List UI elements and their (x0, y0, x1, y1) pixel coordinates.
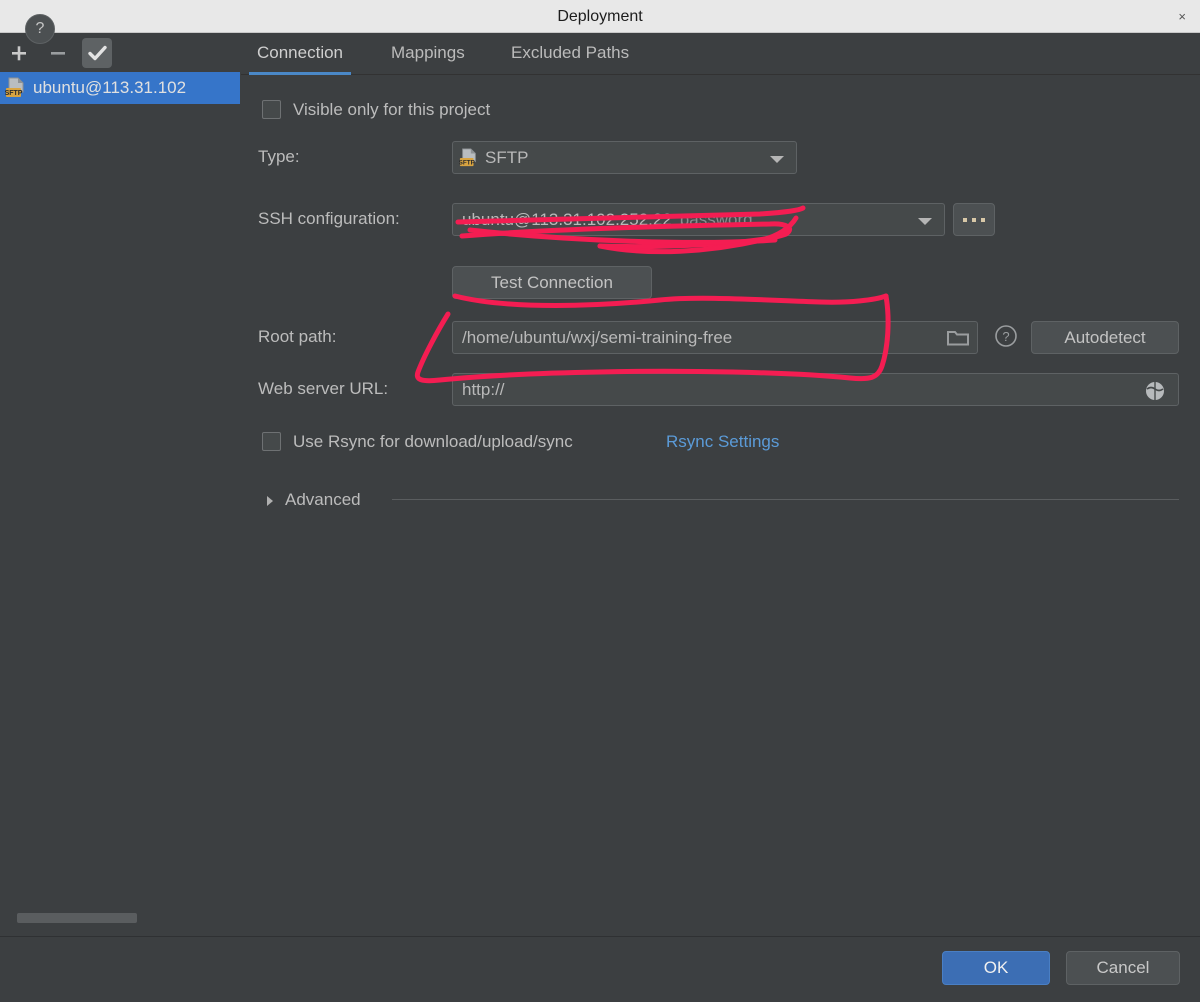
tab-excluded-paths[interactable]: Excluded Paths (503, 33, 637, 75)
remove-server-button[interactable] (43, 38, 73, 68)
close-icon[interactable]: × (1174, 0, 1190, 33)
use-rsync-label: Use Rsync for download/upload/sync (293, 432, 573, 451)
question-mark-icon: ? (995, 325, 1017, 347)
autodetect-button[interactable]: Autodetect (1031, 321, 1179, 354)
sftp-type-icon: SFTP (459, 147, 479, 168)
test-connection-button[interactable]: Test Connection (452, 266, 652, 299)
advanced-separator (392, 499, 1179, 500)
visible-only-label: Visible only for this project (293, 100, 491, 119)
ssh-configuration-auth-type: password (679, 209, 753, 229)
web-server-url-label: Web server URL: (258, 379, 389, 398)
root-path-value: /home/ubuntu/wxj/semi-training-free (462, 327, 733, 347)
cancel-button[interactable]: Cancel (1066, 951, 1180, 985)
ssh-chevron-down-icon[interactable] (918, 218, 932, 225)
ssh-configuration-combobox[interactable]: ubuntu@113.31.102.252:22 password (452, 203, 945, 236)
tab-mappings[interactable]: Mappings (383, 33, 473, 75)
plus-icon (12, 46, 26, 61)
server-list[interactable]: SFTP ubuntu@113.31.102 (0, 72, 240, 936)
type-combobox[interactable]: SFTP SFTP (452, 141, 797, 174)
svg-text:SFTP: SFTP (459, 159, 476, 166)
connection-settings-panel: Connection Mappings Excluded Paths Visib… (241, 33, 1200, 936)
connection-form: Visible only for this project Type: SFTP… (241, 75, 1200, 936)
globe-icon (1146, 382, 1164, 400)
type-value: SFTP (485, 147, 529, 167)
chevron-right-icon (267, 496, 273, 506)
root-path-help-button[interactable]: ? (994, 324, 1018, 348)
server-list-panel: SFTP ubuntu@113.31.102 (0, 33, 240, 936)
svg-text:?: ? (1002, 329, 1009, 344)
folder-icon (947, 330, 969, 345)
ssh-configuration-label: SSH configuration: (258, 209, 400, 228)
window-titlebar: Deployment × (0, 0, 1200, 33)
set-default-server-button[interactable] (82, 38, 112, 68)
ellipsis-icon (963, 217, 985, 222)
list-item-label: ubuntu@113.31.102 (33, 78, 187, 97)
visible-only-checkbox[interactable] (262, 100, 281, 119)
ssh-configuration-browse-button[interactable] (953, 203, 995, 236)
add-server-button[interactable] (4, 38, 34, 68)
svg-text:SFTP: SFTP (5, 90, 23, 97)
tab-bar: Connection Mappings Excluded Paths (241, 33, 1200, 75)
window-title: Deployment (557, 8, 643, 25)
use-rsync-checkbox[interactable] (262, 432, 281, 451)
tab-connection[interactable]: Connection (249, 33, 352, 75)
rsync-settings-link[interactable]: Rsync Settings (666, 432, 779, 452)
root-path-input[interactable]: /home/ubuntu/wxj/semi-training-free (452, 321, 978, 354)
sftp-server-icon: SFTP (5, 77, 27, 99)
advanced-label: Advanced (285, 490, 361, 509)
web-server-url-input[interactable]: http:// (452, 373, 1179, 406)
ssh-configuration-value: ubuntu@113.31.102.252:22 (462, 209, 672, 229)
root-path-browse-button[interactable] (939, 322, 977, 353)
horizontal-scrollbar[interactable] (17, 913, 137, 923)
help-button[interactable]: ? (25, 14, 55, 44)
web-server-url-value: http:// (462, 379, 505, 399)
ok-button[interactable]: OK (942, 951, 1050, 985)
advanced-expander-button[interactable] (263, 494, 277, 508)
web-server-url-open-button[interactable] (1144, 380, 1168, 404)
checkmark-icon (88, 45, 107, 61)
list-item[interactable]: SFTP ubuntu@113.31.102 (0, 72, 240, 104)
type-label: Type: (258, 147, 300, 166)
minus-icon (51, 52, 65, 55)
chevron-down-icon[interactable] (770, 156, 784, 163)
root-path-label: Root path: (258, 327, 337, 346)
